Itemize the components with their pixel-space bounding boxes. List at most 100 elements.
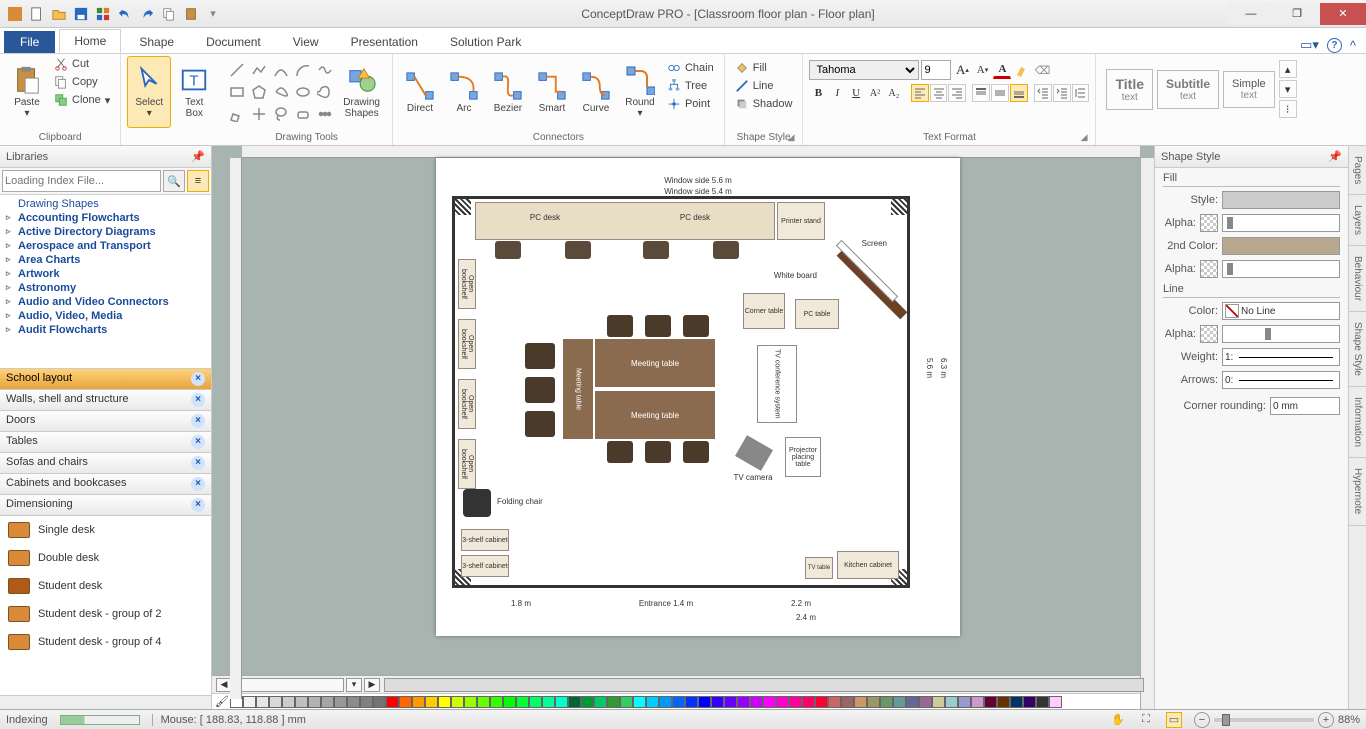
- color-swatch[interactable]: [386, 696, 399, 708]
- color-swatch[interactable]: [1049, 696, 1062, 708]
- color-swatch[interactable]: [490, 696, 503, 708]
- tab-document[interactable]: Document: [192, 31, 275, 53]
- color-swatch[interactable]: [815, 696, 828, 708]
- color-swatch[interactable]: [841, 696, 854, 708]
- tool-curve-icon[interactable]: [271, 60, 291, 80]
- color-swatch[interactable]: [542, 696, 555, 708]
- color-swatch[interactable]: [997, 696, 1010, 708]
- paste-button[interactable]: Paste▾: [6, 56, 48, 128]
- chair-icon[interactable]: [525, 377, 555, 403]
- qat-grid-icon[interactable]: [94, 5, 112, 23]
- category-item[interactable]: Doors×: [0, 411, 211, 432]
- zoom-page-icon[interactable]: ▭: [1166, 712, 1182, 728]
- line-button[interactable]: Line: [731, 78, 797, 94]
- tab-home[interactable]: Home: [59, 29, 121, 53]
- horizontal-scrollbar[interactable]: [384, 678, 1144, 692]
- color-swatch[interactable]: [724, 696, 737, 708]
- help-icon[interactable]: ?: [1327, 38, 1342, 53]
- zoom-out-icon[interactable]: −: [1194, 712, 1210, 728]
- color-swatch[interactable]: [282, 696, 295, 708]
- zoom-fit-icon[interactable]: ⛶: [1138, 712, 1154, 728]
- color-swatch[interactable]: [607, 696, 620, 708]
- style-up-icon[interactable]: ▴: [1279, 60, 1297, 78]
- chair-icon[interactable]: [607, 441, 633, 463]
- minimize-button[interactable]: —: [1228, 3, 1274, 25]
- color-swatch[interactable]: [425, 696, 438, 708]
- italic-icon[interactable]: I: [828, 84, 846, 102]
- chair-icon[interactable]: [683, 441, 709, 463]
- tab-solution-park[interactable]: Solution Park: [436, 31, 535, 53]
- round-button[interactable]: Round▾: [619, 56, 661, 128]
- chair-icon[interactable]: [525, 411, 555, 437]
- monitor-icon[interactable]: [643, 241, 669, 259]
- side-tab[interactable]: Information: [1349, 387, 1366, 458]
- point-button[interactable]: Point: [663, 96, 718, 112]
- curve-button[interactable]: Curve: [575, 56, 617, 128]
- style-simple[interactable]: Simpletext: [1223, 71, 1275, 108]
- kitchen-cabinet[interactable]: Kitchen cabinet: [837, 551, 899, 579]
- bezier-button[interactable]: Bezier: [487, 56, 529, 128]
- qat-save-icon[interactable]: [72, 5, 90, 23]
- tool-closed-curve-icon[interactable]: [271, 82, 291, 102]
- clear-format-icon[interactable]: ⌫: [1033, 61, 1051, 79]
- library-tree-item[interactable]: Area Charts: [0, 253, 211, 267]
- close-icon[interactable]: ×: [191, 435, 205, 449]
- shape-item[interactable]: Single desk: [0, 516, 211, 544]
- library-tree-item[interactable]: Astronomy: [0, 281, 211, 295]
- tv-table[interactable]: TV table: [805, 557, 833, 579]
- tree-button[interactable]: Tree: [663, 78, 718, 94]
- bookshelf-3[interactable]: Open bookshelf: [458, 379, 476, 429]
- align-center-icon[interactable]: [930, 84, 948, 102]
- textformat-launcher-icon[interactable]: ◢: [1081, 132, 1088, 143]
- color-swatch[interactable]: [906, 696, 919, 708]
- library-tree-item[interactable]: Audio and Video Connectors: [0, 295, 211, 309]
- color-swatch[interactable]: [958, 696, 971, 708]
- color-swatch[interactable]: [672, 696, 685, 708]
- color-swatch[interactable]: [399, 696, 412, 708]
- color-swatch[interactable]: [659, 696, 672, 708]
- style-down-icon[interactable]: ▾: [1279, 80, 1297, 98]
- color-swatch[interactable]: [295, 696, 308, 708]
- qat-new-icon[interactable]: [28, 5, 46, 23]
- color-swatch[interactable]: [854, 696, 867, 708]
- category-item[interactable]: School layout×: [0, 369, 211, 390]
- color-swatch[interactable]: [373, 696, 386, 708]
- side-tab[interactable]: Layers: [1349, 195, 1366, 246]
- tool-spline-icon[interactable]: [315, 60, 335, 80]
- tv-camera[interactable]: [735, 435, 773, 471]
- color-swatch[interactable]: [516, 696, 529, 708]
- drawing-page[interactable]: Window side 5.6 m Window side 5.4 m PC d…: [436, 158, 960, 636]
- color-swatch[interactable]: [932, 696, 945, 708]
- qat-open-icon[interactable]: [50, 5, 68, 23]
- library-tree-item[interactable]: Accounting Flowcharts: [0, 211, 211, 225]
- shape-item[interactable]: Student desk - group of 2: [0, 600, 211, 628]
- highlight-icon[interactable]: [1013, 61, 1031, 79]
- whiteboard-screen[interactable]: [827, 249, 917, 319]
- color-swatch[interactable]: [880, 696, 893, 708]
- shapestyle-launcher-icon[interactable]: ◢: [788, 132, 795, 143]
- file-tab[interactable]: File: [4, 31, 55, 53]
- drawing-shapes-button[interactable]: Drawing Shapes: [337, 56, 386, 128]
- close-icon[interactable]: ×: [191, 477, 205, 491]
- monitor-icon[interactable]: [713, 241, 739, 259]
- font-color-icon[interactable]: A: [993, 61, 1011, 79]
- line-spacing-icon[interactable]: [1072, 84, 1090, 102]
- tool-rect-icon[interactable]: [227, 82, 247, 102]
- canvas-viewport[interactable]: Window side 5.6 m Window side 5.4 m PC d…: [212, 146, 1154, 675]
- library-tree-item[interactable]: Aerospace and Transport: [0, 239, 211, 253]
- color-swatch[interactable]: [308, 696, 321, 708]
- category-item[interactable]: Tables×: [0, 432, 211, 453]
- close-icon[interactable]: ×: [191, 372, 205, 386]
- bold-icon[interactable]: B: [809, 84, 827, 102]
- zoom-slider[interactable]: [1214, 718, 1314, 722]
- style-more-icon[interactable]: ⁝: [1279, 100, 1297, 118]
- color-swatch[interactable]: [633, 696, 646, 708]
- color-swatch[interactable]: [555, 696, 568, 708]
- library-tree-item[interactable]: Active Directory Diagrams: [0, 225, 211, 239]
- tool-node-icon[interactable]: [249, 104, 269, 124]
- color-swatch[interactable]: [711, 696, 724, 708]
- shapes-list[interactable]: Single deskDouble deskStudent deskStuden…: [0, 516, 211, 695]
- color-swatch[interactable]: [763, 696, 776, 708]
- qat-undo-icon[interactable]: [116, 5, 134, 23]
- select-button[interactable]: Select▾: [127, 56, 171, 128]
